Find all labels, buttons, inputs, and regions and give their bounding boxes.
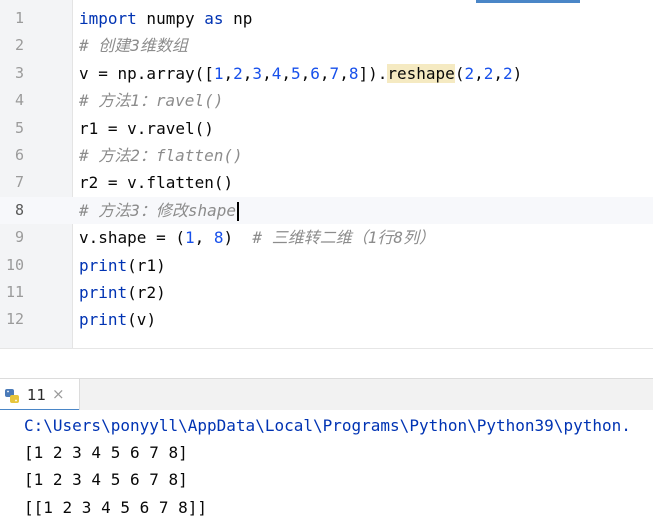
code-text: # 创建3维数组 (79, 32, 188, 59)
keyword-token: import (79, 9, 137, 28)
run-console[interactable]: C:\Users\ponyyll\AppData\Local\Programs\… (0, 410, 653, 524)
line-number: 1 (14, 9, 24, 27)
console-output-line: [1 2 3 4 5 6 7 8] (24, 443, 188, 462)
code-line[interactable]: 4 # 方法1：ravel() (0, 87, 653, 114)
code-token: , (493, 63, 504, 83)
text-caret (237, 201, 240, 221)
code-line[interactable]: 11 print(r2) (0, 279, 653, 306)
number-token: 3 (252, 63, 263, 83)
line-number: 7 (14, 173, 24, 192)
code-token: ) (512, 63, 523, 83)
line-number: 4 (14, 91, 24, 110)
code-text: print(v) (79, 306, 156, 333)
code-token: (r1) (127, 255, 166, 275)
code-token: v = np.array([ (79, 63, 214, 83)
line-number: 5 (14, 118, 24, 137)
code-token: , (223, 63, 234, 83)
line-number: 12 (5, 310, 24, 329)
number-token: 1 (184, 228, 195, 248)
code-line[interactable]: 9 v.shape = (1, 8) # 三维转二维（1行8列） (0, 224, 653, 251)
code-token: r2 = v.flatten() (79, 173, 234, 193)
comment-token: # 方法1：ravel() (79, 91, 224, 111)
code-text: r2 = v.flatten() (79, 169, 233, 196)
code-text: v = np.array([1,2,3,4,5,6,7,8]).reshape(… (79, 60, 522, 87)
line-number: 2 (14, 36, 24, 55)
code-text: # 方法2：flatten() (79, 142, 243, 169)
console-output-line: [1 2 3 4 5 6 7 8] (24, 470, 188, 489)
code-token: , (242, 63, 253, 83)
code-text: import numpy as np (79, 5, 252, 32)
number-token: 2 (464, 63, 475, 83)
number-token: 8 (213, 228, 224, 248)
line-number: 8 (14, 200, 24, 219)
keyword-token: print (79, 255, 128, 275)
line-number: 10 (5, 255, 24, 274)
close-icon[interactable]: × (52, 385, 65, 403)
comment-token: # 方法2：flatten() (79, 146, 243, 165)
line-number: 11 (5, 283, 24, 301)
code-line[interactable]: 2 # 创建3维数组 (0, 32, 653, 59)
line-number: 3 (14, 63, 24, 82)
panel-divider (0, 348, 653, 379)
line-number: 6 (14, 146, 24, 164)
keyword-token: print (79, 310, 128, 330)
code-line[interactable]: 7 r2 = v.flatten() (0, 169, 653, 196)
number-token: 6 (310, 63, 320, 83)
run-tool-window-tabbar: 11 × (0, 378, 653, 411)
code-token: v.shape = ( (79, 228, 185, 248)
code-line[interactable]: 12 print(v) (0, 306, 653, 333)
number-token: 4 (271, 63, 282, 83)
number-token: 2 (483, 63, 494, 83)
run-tab[interactable]: 11 × (0, 379, 80, 411)
code-text: r1 = v.ravel() (79, 115, 214, 142)
code-token: , (262, 63, 272, 83)
code-token: , (194, 228, 214, 248)
run-tab-label: 11 (27, 386, 47, 404)
number-token: 2 (233, 63, 243, 83)
code-text: v.shape = (1, 8) # 三维转二维（1行8列） (79, 224, 435, 251)
code-line[interactable]: 8 # 方法3：修改shape (0, 196, 653, 224)
python-icon (5, 389, 19, 403)
code-line[interactable]: 10 print(r1) (0, 252, 653, 279)
code-text: print(r1) (79, 252, 166, 279)
code-token: numpy (136, 9, 205, 28)
editor-tab-indicator (476, 0, 580, 3)
number-token: 2 (503, 63, 513, 83)
code-text: # 方法3：修改shape (79, 197, 240, 224)
comment-token: # 创建3维数组 (79, 36, 188, 56)
code-token: , (319, 63, 330, 83)
line-number: 9 (14, 228, 24, 247)
keyword-token: print (79, 283, 128, 302)
code-token: ]). (358, 63, 388, 83)
code-editor[interactable]: 1 import numpy as np 2 # 创建3维数组 3 v = np.arra… (0, 0, 653, 348)
number-token: 7 (329, 63, 340, 83)
code-token: , (339, 63, 349, 83)
code-token: ) (223, 228, 253, 248)
number-token: 1 (213, 63, 224, 83)
comment-token: # 方法3：修改shape (79, 200, 237, 220)
code-token: ( (454, 63, 465, 83)
code-token: (v) (127, 310, 157, 330)
code-token: , (474, 63, 484, 83)
code-token: , (300, 63, 311, 83)
highlighted-token: reshape (387, 63, 455, 83)
code-line[interactable]: 5 r1 = v.ravel() (0, 115, 653, 142)
code-text: print(r2) (79, 279, 166, 306)
console-output-line: [[1 2 3 4 5 6 7 8]] (24, 498, 208, 517)
code-token: (r2) (127, 283, 166, 302)
number-token: 5 (290, 63, 301, 83)
code-token: np (223, 9, 253, 28)
code-token: , (281, 63, 291, 83)
code-line[interactable]: 6 # 方法2：flatten() (0, 142, 653, 169)
console-command-line: C:\Users\ponyyll\AppData\Local\Programs\… (24, 416, 631, 435)
code-token: r1 = v.ravel() (79, 118, 214, 138)
comment-token: # 三维转二维（1行8列） (252, 228, 435, 248)
keyword-token: as (204, 9, 224, 28)
code-line[interactable]: 3v = np.array([1,2,3,4,5,6,7,8]).reshape… (0, 60, 653, 87)
code-text: # 方法1：ravel() (79, 87, 223, 114)
code-line[interactable]: 1 import numpy as np (0, 5, 653, 32)
